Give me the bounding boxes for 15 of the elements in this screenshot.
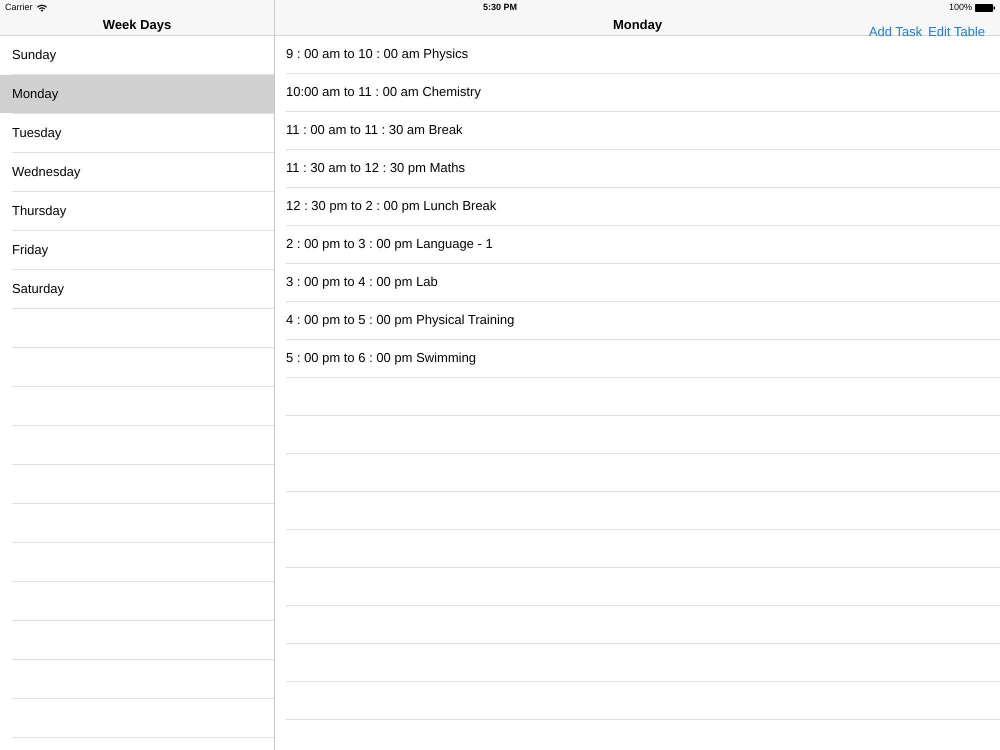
schedule-row[interactable]: 10:00 am to 11 : 00 am Chemistry [275,74,1000,110]
schedule-row[interactable]: 2 : 00 pm to 3 : 00 pm Language - 1 [275,226,1000,262]
status-time: 5:30 PM [483,0,517,14]
sidebar-title: Week Days [102,16,172,34]
weekday-item[interactable]: Monday [0,74,274,112]
schedule-row[interactable]: 11 : 00 am to 11 : 30 am Break [275,112,1000,148]
schedule-row[interactable]: 3 : 00 pm to 4 : 00 pm Lab [275,264,1000,300]
detail-title: Monday [612,16,662,34]
schedule-row[interactable]: 12 : 30 pm to 2 : 00 pm Lunch Break [275,188,1000,224]
schedule-row[interactable]: 5 : 00 pm to 6 : 00 pm Swimming [275,340,1000,376]
carrier-label: Carrier [5,0,33,14]
wifi-icon [36,4,47,12]
battery-label: 100% [948,0,972,14]
schedule-row[interactable]: 4 : 00 pm to 5 : 00 pm Physical Training [275,302,1000,338]
schedule-row[interactable]: 11 : 30 am to 12 : 30 pm Maths [275,150,1000,186]
